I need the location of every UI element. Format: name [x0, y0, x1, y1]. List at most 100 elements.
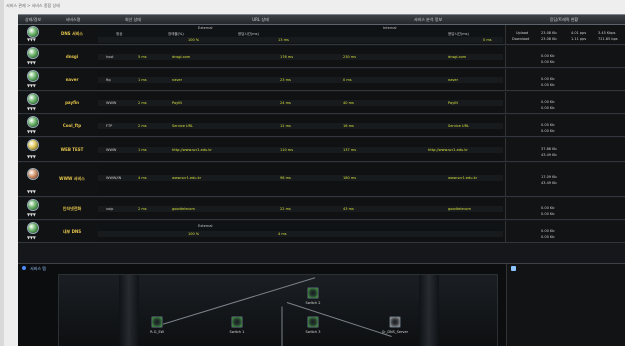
switch-icon[interactable] — [307, 316, 319, 328]
download-value: 0.00 Kb — [541, 106, 555, 110]
table-row[interactable]: ▼▼▼ payfin WWW 2 ms PayIN 24 ms 40 ms PayIN 0… — [18, 92, 625, 114]
int-resp: 40 ms — [343, 101, 354, 105]
proto: FTP — [106, 124, 113, 128]
triangle-icons: ▼▼▼ — [27, 129, 36, 134]
service-name[interactable]: naver — [48, 77, 96, 82]
table-row[interactable]: ▼▼▼ naver ftp 1 ms naver 23 ms 0 ms naver 0.0… — [18, 69, 625, 91]
net-resp: 5 ms — [138, 55, 147, 59]
service-name[interactable]: DNS 서비스 — [48, 31, 96, 37]
download-pps: 1.11 pps — [571, 37, 587, 41]
service-name[interactable]: 내부 DNS — [48, 229, 96, 235]
table-row[interactable]: ▼▼▼ WEB TEST WWW 1 ms http://www.scr1.edu.… — [18, 138, 625, 162]
web-target: goodtelecom — [448, 207, 471, 211]
int-resp-value: 0 ms — [483, 38, 492, 42]
service-map-panel: 서비스 맵 R-G_SW Switch 1 Switch 2 Switch 3 … — [18, 263, 625, 346]
url-resp: 12 ms — [280, 124, 291, 128]
upload-value: 0.00 Kb — [541, 206, 555, 210]
status-ok-icon — [28, 71, 38, 81]
upload-bps: 3.45 Kbps — [598, 31, 616, 35]
row-metrics: External Internal 정상 장애율(%) 응답시간(ms) 응답시간(ms… — [98, 25, 503, 44]
service-name[interactable]: payfin — [48, 100, 96, 105]
download-label: Download — [512, 37, 530, 41]
upload-value: 17.09 Kb — [541, 175, 557, 179]
switch-icon[interactable] — [151, 316, 163, 328]
download-value: 0.00 Kb — [541, 60, 555, 64]
table-row[interactable]: ▼▼▼ 인터넷전화 voip 2 ms goodtelecom 22 ms 43 ms g… — [18, 198, 625, 220]
service-name[interactable]: WWW 서비스 — [48, 176, 96, 182]
switch-icon[interactable] — [231, 316, 243, 328]
upload-pps: 4.01 pps — [571, 31, 587, 35]
int-resp: 16 ms — [343, 124, 354, 128]
download-value: 0.00 Kb — [541, 212, 555, 216]
download-bps: 721.85 bps — [598, 37, 618, 41]
triangle-icons: ▼▼▼ — [27, 106, 36, 111]
upload-value: 37.86 Kb — [541, 147, 557, 151]
status-warning-icon — [28, 140, 38, 150]
service-name[interactable]: WEB TEST — [48, 147, 96, 152]
web-target: PayIN — [448, 101, 458, 105]
resp-label: 응답시간(ms) — [238, 31, 259, 36]
header-net: 회선 상태 — [125, 16, 141, 22]
status-ok-icon — [28, 48, 38, 58]
download-value: 0.00 Kb — [541, 235, 555, 239]
web-target: naver — [448, 78, 459, 82]
triangle-icons: ▼▼▼ — [27, 37, 36, 42]
table-row[interactable]: ▼▼▼ Cool_ftp FTP 2 ms Service URL 12 ms 16 m… — [18, 115, 625, 137]
download-value: 43.49 Kb — [541, 153, 557, 157]
web-target: http://www.scr1.edu.kr — [428, 148, 468, 152]
external-label: External — [198, 26, 213, 30]
resp-value: 4 ms — [278, 232, 287, 236]
web-target: Service URL — [448, 124, 469, 128]
resp-value: 13 ms — [278, 38, 289, 42]
net-resp: 2 ms — [138, 124, 147, 128]
status-ok-icon — [28, 117, 38, 127]
switch-icon[interactable] — [307, 287, 319, 299]
net-resp: 1 ms — [138, 148, 147, 152]
table-row[interactable]: ▼▼▼ dnsgi host 5 ms dnsgi.com 176 ms 230 ms d… — [18, 46, 625, 68]
table-header: 상태/경보 서비스명 회선 상태 URL 상태 서비스 분석 정보 응답/트래픽… — [18, 15, 625, 25]
proto: WWW — [106, 148, 117, 152]
int-resp: 230 ms — [343, 55, 357, 59]
uptime-value: 100 % — [188, 38, 200, 42]
url: goodtelecom — [172, 207, 195, 211]
status-ok-icon — [28, 223, 38, 233]
breadcrumb: 서비스 관제 > 서비스 종합 상태 — [6, 3, 60, 8]
status-error-icon — [28, 169, 38, 179]
header-name: 서비스명 — [65, 16, 81, 22]
net-resp: 2 ms — [138, 101, 147, 105]
proto: voip — [106, 207, 114, 211]
table-row[interactable]: ▼▼▼ DNS 서비스 External Internal 정상 장애율(%) 응답시… — [18, 25, 625, 45]
download-value: 0.00 Kb — [541, 83, 555, 87]
triangle-icons: ▼▼▼ — [27, 60, 36, 65]
upload-value: 0.00 Kb — [541, 123, 555, 127]
service-name[interactable]: dnsgi — [48, 54, 96, 59]
int-resp: 0 ms — [343, 78, 352, 82]
url-resp: 23 ms — [280, 78, 291, 82]
map-canvas[interactable]: R-G_SW Switch 1 Switch 2 Switch 3 Sr_DNS… — [58, 274, 498, 346]
triangle-icons: ▼▼▼ — [27, 235, 36, 240]
url: naver — [172, 78, 183, 82]
upload-value: 0.00 Kb — [541, 100, 555, 104]
proto: WWW — [106, 101, 117, 105]
status-ok-icon — [28, 27, 38, 37]
url-resp: 110 ms — [280, 148, 294, 152]
dashboard-panel: 상태/경보 서비스명 회선 상태 URL 상태 서비스 분석 정보 응답/트래픽… — [18, 14, 625, 346]
upload-value: 0.00 Kb — [541, 54, 555, 58]
triangle-icons: ▼▼▼ — [27, 83, 36, 88]
url-resp: 176 ms — [280, 55, 294, 59]
upload-value: 0.00 Kb — [541, 229, 555, 233]
download-value: 23.08 Kb — [541, 37, 557, 41]
service-name[interactable]: 인터넷전화 — [48, 206, 96, 212]
int-resp: 137 ms — [343, 148, 357, 152]
service-name[interactable]: Cool_ftp — [48, 123, 96, 128]
table-row[interactable]: ▼▼▼ WWW 서비스 WWW/IN 4 ms www.scr1.edu.kr 98 … — [18, 163, 625, 197]
server-icon[interactable] — [389, 316, 401, 328]
upload-label: Upload — [516, 31, 529, 35]
table-row[interactable]: ▼▼▼ 내부 DNS External 100 % 4 ms 0.00 Kb 0.00… — [18, 221, 625, 243]
status-ok-icon — [28, 200, 38, 210]
node-label: Switch 3 — [305, 330, 321, 334]
url-resp: 24 ms — [280, 101, 291, 105]
header-web: 서비스 분석 정보 — [413, 16, 443, 22]
node-label: Sr_DNS_Server — [381, 330, 409, 334]
ok-label: 정상 — [116, 31, 123, 36]
